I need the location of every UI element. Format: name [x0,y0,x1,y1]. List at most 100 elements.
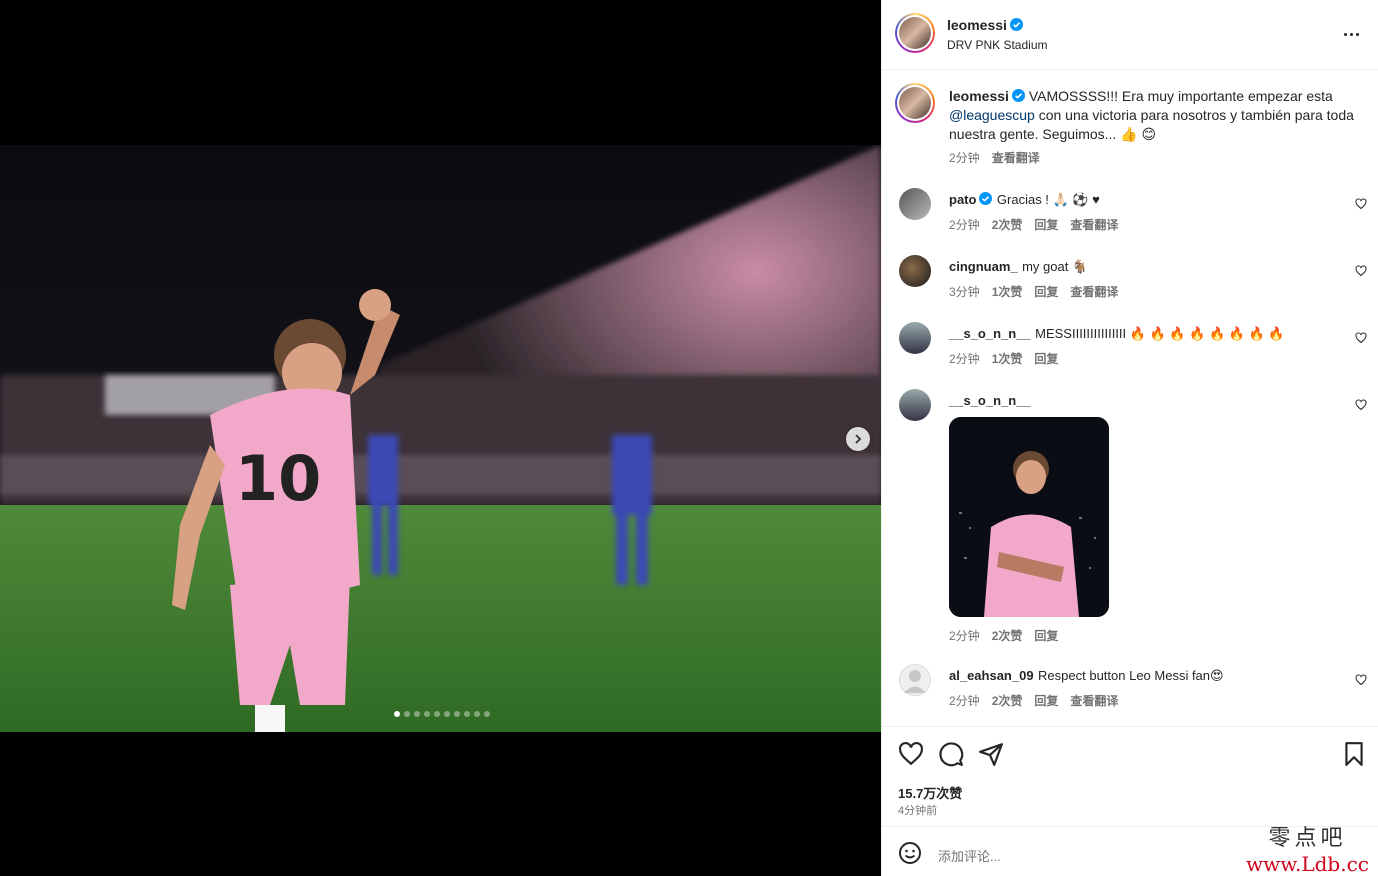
comment-meta: 2分钟 2次赞 回复 查看翻译 [949,692,1224,709]
post-timestamp[interactable]: 4分钟前 [898,802,937,818]
caption-translate-link[interactable]: 查看翻译 [992,149,1040,168]
post-media-viewer: 10 [0,0,881,876]
comment-text: Respect button Leo Messi fan😍 [1038,668,1224,683]
comment-time: 3分钟 [949,285,980,299]
comment-image[interactable] [949,417,1109,617]
comment-item: cingnuam_ my goat 🐐 3分钟 1次赞 回复 查看翻译 [949,258,1118,300]
default-avatar-icon [904,670,926,693]
emoji-icon[interactable] [898,841,922,865]
verified-badge-icon [1009,18,1023,31]
caption-line-1: leomessi VAMOSSSS!!! Era muy importante … [949,87,1369,106]
comment-icon[interactable] [938,741,964,767]
bookmark-icon[interactable] [1341,741,1367,767]
watermark-line-2: www.Ldb.cc [1246,852,1369,876]
chevron-right-icon [855,434,862,444]
post-side-panel: leomessi DRV PNK Stadium leomessi VAMOSS… [881,0,1378,876]
heart-icon[interactable] [898,741,924,767]
add-comment-bar: 添加评论... 零点吧 www.Ldb.cc [882,826,1378,876]
comment-avatar[interactable] [899,664,931,696]
carousel-dot [424,711,430,717]
comment-time: 2分钟 [949,218,980,232]
comment-likes[interactable]: 2次赞 [992,216,1023,233]
carousel-dot [414,711,420,717]
comment-text: MESSIIIIIIIIIIIIIII 🔥 🔥 🔥 🔥 🔥 🔥 🔥 🔥 [1035,326,1285,341]
more-options-button[interactable] [1339,24,1363,44]
comment-input[interactable]: 添加评论... [938,846,1001,865]
author-username[interactable]: leomessi [947,17,1007,33]
comment-time: 2分钟 [949,694,980,708]
translate-link[interactable]: 查看翻译 [1070,283,1118,300]
comment-likes[interactable]: 2次赞 [992,627,1023,644]
carousel-dot [394,711,400,717]
reply-button[interactable]: 回复 [1034,627,1058,644]
comment-meta: 2分钟 1次赞 回复 [949,350,1285,367]
post-location[interactable]: DRV PNK Stadium [947,38,1047,52]
comment-username[interactable]: __s_o_n_n__ [949,326,1031,341]
caption-username[interactable]: leomessi [949,88,1009,104]
svg-text:10: 10 [235,442,321,515]
comment-avatar[interactable] [899,389,931,421]
caption-text-2: con una victoria para nosotros y también… [1038,107,1354,123]
comment-avatar[interactable] [899,255,931,287]
caption-text-3: nuestra gente. Seguimos... 👍 😊 [949,126,1157,142]
comment-like-heart-icon[interactable] [1355,332,1367,344]
comment-like-heart-icon[interactable] [1355,399,1367,411]
caption-meta: 2分钟 查看翻译 [949,149,1369,168]
watermark-line-1: 零点吧 [1268,826,1347,851]
comment-username[interactable]: al_eahsan_09 [949,668,1034,683]
carousel-dot [404,711,410,717]
comment-text: my goat 🐐 [1022,259,1089,274]
comment-item: __s_o_n_n__ [949,392,1031,410]
caption-text-1: VAMOSSSS!!! Era muy importante empezar e… [1028,88,1333,104]
translate-link[interactable]: 查看翻译 [1070,216,1118,233]
carousel-dot [464,711,470,717]
comment-username[interactable]: __s_o_n_n__ [949,393,1031,408]
reply-button[interactable]: 回复 [1034,283,1058,300]
comment-like-heart-icon[interactable] [1355,265,1367,277]
comment-item: pato Gracias ! 🙏🏻 ⚽ ♥ 2分钟 2次赞 回复 查看翻译 [949,191,1118,233]
caption-avatar[interactable] [895,83,935,123]
likes-count[interactable]: 15.7万次赞 [898,783,962,802]
post-caption: leomessi VAMOSSSS!!! Era muy importante … [949,87,1369,168]
reply-button[interactable]: 回复 [1034,216,1058,233]
comment-avatar[interactable] [899,322,931,354]
post-actions: 15.7万次赞 4分钟前 [882,726,1378,826]
author-name-row: leomessi [947,17,1023,35]
comment-image-illustration [949,417,1109,617]
comment-time: 2分钟 [949,629,980,643]
carousel-next-button[interactable] [846,427,870,451]
carousel-dot [484,711,490,717]
watermark: 零点吧 www.Ldb.cc [1246,820,1369,876]
carousel-dot [444,711,450,717]
carousel-dot [454,711,460,717]
comment-likes[interactable]: 1次赞 [992,283,1023,300]
comment-meta: 2分钟 2次赞 回复 查看翻译 [949,216,1118,233]
comment-meta: 2分钟 2次赞 回复 [949,627,1058,644]
caption-mention-link[interactable]: @leaguescup [949,107,1035,123]
comment-meta: 3分钟 1次赞 回复 查看翻译 [949,283,1118,300]
comment-likes[interactable]: 1次赞 [992,350,1023,367]
author-avatar[interactable] [895,13,935,53]
comment-like-heart-icon[interactable] [1355,674,1367,686]
verified-badge-icon [1011,89,1025,102]
comment-username[interactable]: pato [949,192,976,207]
translate-link[interactable]: 查看翻译 [1070,692,1118,709]
verified-badge-icon [979,192,993,205]
reply-button[interactable]: 回复 [1034,692,1058,709]
post-photo[interactable]: 10 [0,145,881,732]
comments-list[interactable]: leomessi VAMOSSSS!!! Era muy importante … [882,71,1378,725]
post-header: leomessi DRV PNK Stadium [882,0,1378,70]
comment-item: __s_o_n_n__ MESSIIIIIIIIIIIIIII 🔥 🔥 🔥 🔥 … [949,325,1285,367]
comment-time: 2分钟 [949,352,980,366]
comment-username[interactable]: cingnuam_ [949,259,1018,274]
carousel-dot [434,711,440,717]
comment-item: al_eahsan_09 Respect button Leo Messi fa… [949,667,1224,709]
comment-like-heart-icon[interactable] [1355,198,1367,210]
comment-likes[interactable]: 2次赞 [992,692,1023,709]
share-icon[interactable] [978,741,1004,767]
caption-line-2: @leaguescup con una victoria para nosotr… [949,106,1369,125]
carousel-indicator [394,711,490,717]
photo-illustration: 10 [0,145,881,732]
reply-button[interactable]: 回复 [1034,350,1058,367]
comment-avatar[interactable] [899,188,931,220]
